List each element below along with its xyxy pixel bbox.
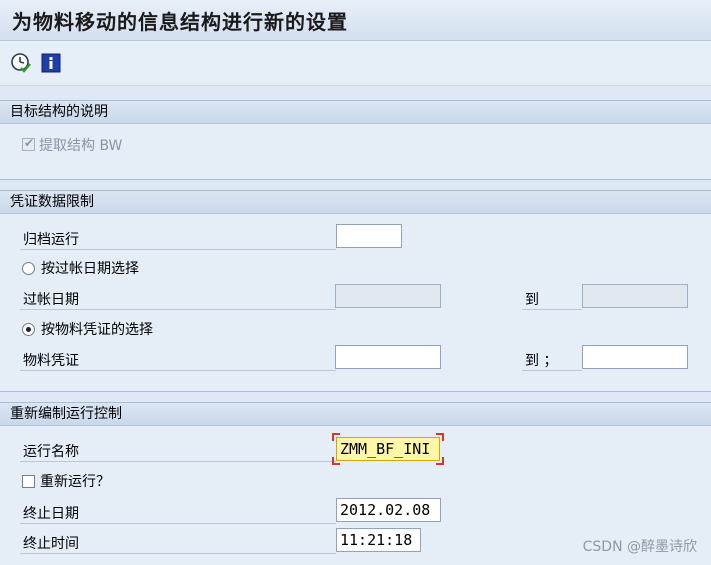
posting-date-from-input[interactable] [335, 284, 441, 308]
material-doc-from-input[interactable] [335, 345, 441, 369]
label-underline [522, 309, 582, 310]
title-bar: 为物料移动的信息结构进行新的设置 [0, 0, 711, 41]
archive-run-input[interactable] [336, 224, 402, 248]
execute-clock-icon[interactable] [10, 52, 32, 74]
label-underline [20, 553, 336, 554]
posting-date-to-input[interactable] [582, 284, 688, 308]
label-underline [20, 461, 336, 462]
group-header: 重新编制运行控制 [0, 403, 711, 426]
application-toolbar [0, 41, 711, 86]
target-structure-group: 目标结构的说明 ✔ 提取结构 BW [0, 100, 711, 180]
radio-by-material-document[interactable] [22, 323, 35, 336]
label-underline [20, 370, 336, 371]
end-date-input[interactable] [336, 498, 441, 522]
group-header: 目标结构的说明 [0, 101, 711, 124]
run-name-input[interactable] [336, 437, 440, 461]
end-time-input[interactable] [336, 528, 421, 552]
document-data-restriction-group: 凭证数据限制 归档运行 按过帐日期选择 过帐日期 到 按物料凭证的选择 物料凭证… [0, 190, 711, 392]
to-label: 到 [525, 292, 539, 308]
to-label: 到 ； [525, 353, 558, 369]
watermark-text: CSDN @醉墨诗欣 [582, 539, 697, 555]
rerun-label: 重新运行？ [40, 474, 110, 490]
material-doc-to-input[interactable] [582, 345, 688, 369]
label-underline [522, 370, 582, 371]
window-title: 为物料移动的信息结构进行新的设置 [12, 10, 348, 34]
radio-posting-date-label: 按过帐日期选择 [41, 261, 139, 277]
posting-date-label: 过帐日期 [23, 292, 79, 308]
archive-run-label: 归档运行 [23, 232, 79, 248]
radio-by-posting-date[interactable] [22, 262, 35, 275]
info-icon[interactable] [40, 52, 62, 74]
end-time-label: 终止时间 [23, 536, 79, 552]
label-underline [20, 309, 336, 310]
checkbox-label: 提取结构 BW [39, 138, 123, 154]
radio-material-doc-label: 按物料凭证的选择 [41, 322, 153, 338]
group-header: 凭证数据限制 [0, 191, 711, 214]
end-date-label: 终止日期 [23, 506, 79, 522]
material-document-label: 物料凭证 [23, 353, 79, 369]
main-content: 目标结构的说明 ✔ 提取结构 BW 凭证数据限制 归档运行 按过帐日期选择 过帐… [0, 86, 711, 565]
extract-structure-bw-checkbox[interactable]: ✔ [22, 136, 35, 151]
label-underline [20, 523, 336, 524]
rerun-checkbox[interactable] [22, 475, 35, 488]
run-name-label: 运行名称 [23, 444, 79, 460]
label-underline [20, 249, 336, 250]
